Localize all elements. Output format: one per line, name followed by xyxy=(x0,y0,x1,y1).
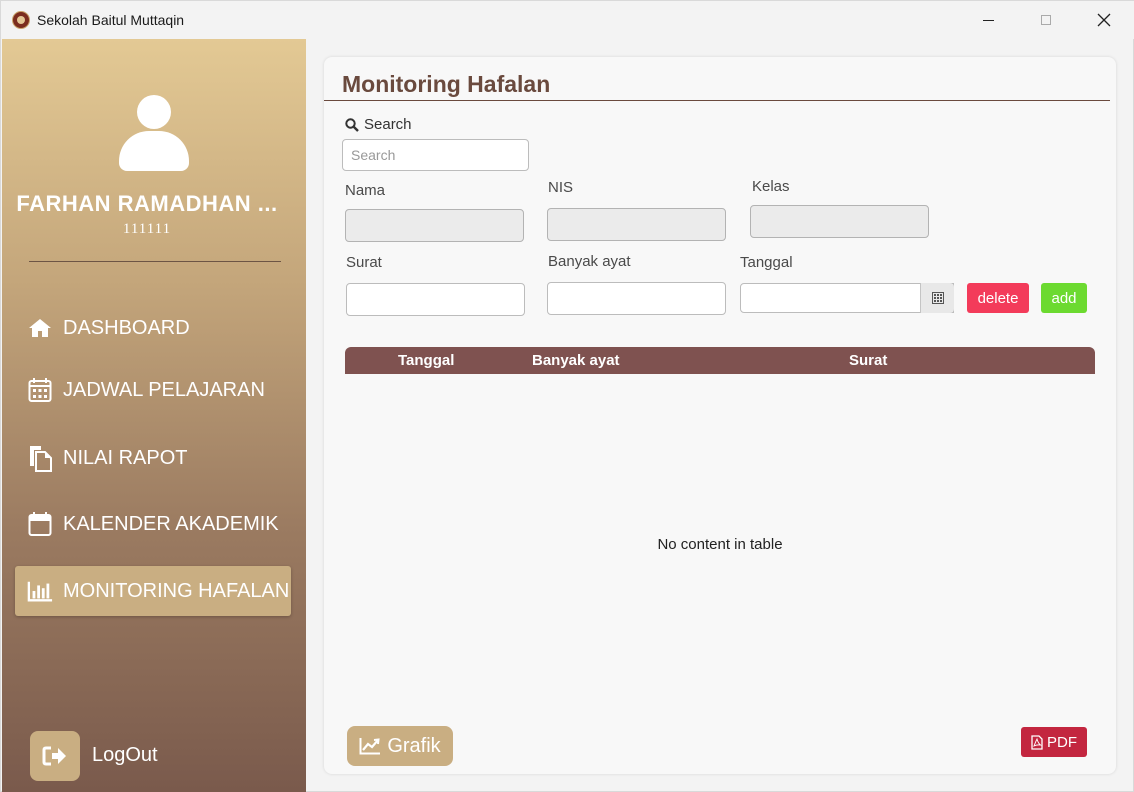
banyak-ayat-field[interactable] xyxy=(547,282,726,315)
maximize-icon xyxy=(1041,15,1051,25)
sidebar-item-monitoring-hafalan[interactable]: MONITORING HAFALAN xyxy=(15,566,291,616)
sidebar-item-label: NILAI RAPOT xyxy=(63,446,188,469)
sidebar-item-kalender-akademik[interactable]: KALENDER AKADEMIK xyxy=(15,499,291,549)
window-title: Sekolah Baitul Muttaqin xyxy=(37,12,185,28)
sidebar-item-label: JADWAL PELAJARAN xyxy=(63,378,265,401)
search-icon xyxy=(345,117,359,132)
user-id: 111111 xyxy=(122,221,172,237)
sidebar-item-label: MONITORING HAFALAN xyxy=(63,579,290,602)
close-icon xyxy=(1097,13,1111,27)
sidebar-item-dashboard[interactable]: DASHBOARD xyxy=(15,303,291,353)
sidebar-item-label: KALENDER AKADEMIK xyxy=(63,512,279,535)
column-header-banyak-ayat[interactable]: Banyak ayat xyxy=(532,352,620,369)
date-picker-button[interactable] xyxy=(920,283,954,313)
logout-button[interactable] xyxy=(30,731,80,781)
page-title: Monitoring Hafalan xyxy=(342,71,551,97)
sidebar: FARHAN RAMADHAN ... 111111 DASHBOARD JAD… xyxy=(2,39,306,792)
maximize-button[interactable] xyxy=(1017,1,1075,39)
kelas-field xyxy=(750,205,929,238)
bar-chart-icon xyxy=(27,578,53,604)
minimize-button[interactable] xyxy=(959,1,1017,39)
delete-button[interactable]: delete xyxy=(967,283,1029,313)
user-avatar-icon xyxy=(119,95,189,173)
add-button[interactable]: add xyxy=(1041,283,1087,313)
sidebar-divider xyxy=(29,261,281,262)
logout-label[interactable]: LogOut xyxy=(92,744,158,767)
home-icon xyxy=(27,315,53,341)
pdf-file-icon xyxy=(1031,734,1043,750)
table-header: Tanggal Banyak ayat Surat xyxy=(345,347,1095,374)
school-logo-icon xyxy=(12,11,30,29)
kelas-label: Kelas xyxy=(752,178,790,195)
line-chart-icon xyxy=(359,738,381,755)
banyak-ayat-label: Banyak ayat xyxy=(548,253,631,270)
close-button[interactable] xyxy=(1075,1,1133,39)
app-window: Sekolah Baitul Muttaqin FARHAN RAMADHAN … xyxy=(0,0,1134,792)
search-input[interactable]: Search xyxy=(342,139,529,171)
nis-label: NIS xyxy=(548,179,574,196)
surat-label: Surat xyxy=(346,254,382,271)
sidebar-item-label: DASHBOARD xyxy=(63,316,190,339)
documents-icon xyxy=(27,445,53,472)
calendar-grid-icon xyxy=(27,377,53,403)
grafik-button[interactable]: Grafik xyxy=(347,726,453,766)
column-header-surat[interactable]: Surat xyxy=(849,352,887,369)
main-panel: Monitoring Hafalan Search Search Nama NI… xyxy=(324,57,1116,774)
surat-field[interactable] xyxy=(346,283,525,316)
search-label-text: Search xyxy=(364,116,412,133)
logout-icon xyxy=(42,746,66,766)
nis-field xyxy=(547,208,726,241)
title-bar: Sekolah Baitul Muttaqin xyxy=(1,1,1134,39)
user-name: FARHAN RAMADHAN ... xyxy=(16,191,278,216)
sidebar-item-nilai-rapot[interactable]: NILAI RAPOT xyxy=(15,433,291,483)
nama-field xyxy=(345,209,524,242)
pdf-button-label: PDF xyxy=(1047,733,1077,751)
table-empty-message: No content in table xyxy=(657,536,783,553)
minimize-icon xyxy=(982,19,994,21)
grafik-button-label: Grafik xyxy=(387,734,441,757)
calendar-small-icon xyxy=(931,292,944,304)
nama-label: Nama xyxy=(345,182,386,199)
sidebar-item-jadwal-pelajaran[interactable]: JADWAL PELAJARAN xyxy=(15,365,291,415)
tanggal-label: Tanggal xyxy=(740,254,793,271)
calendar-icon xyxy=(27,511,53,537)
column-header-tanggal[interactable]: Tanggal xyxy=(398,352,454,369)
search-label: Search xyxy=(345,116,412,133)
title-divider xyxy=(324,100,1110,101)
pdf-button[interactable]: PDF xyxy=(1021,727,1087,757)
